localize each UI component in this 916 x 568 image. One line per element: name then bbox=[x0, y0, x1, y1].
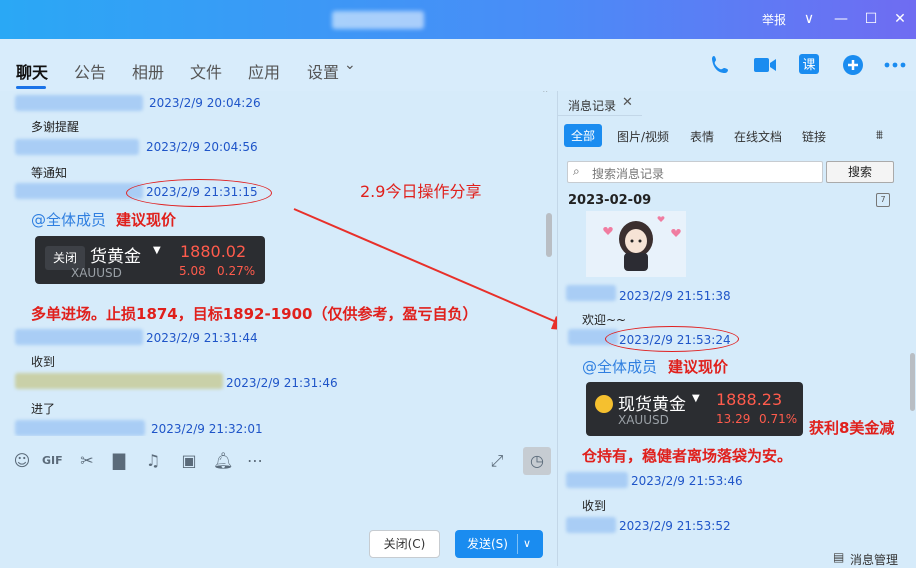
profit-text: 获利8美金减 bbox=[809, 419, 895, 437]
gold-coin-icon bbox=[595, 395, 613, 413]
quote-name: 现货黄金 bbox=[618, 395, 686, 415]
quote-change: 13.29 bbox=[716, 412, 751, 426]
filter-media[interactable]: 图片/视频 bbox=[617, 128, 669, 145]
expand-icon[interactable]: ⤢ bbox=[487, 451, 507, 471]
search-icon: ⌕ bbox=[573, 164, 580, 178]
divider bbox=[558, 115, 642, 116]
folder-icon[interactable]: ▇ bbox=[109, 451, 129, 471]
input-toolbar: ☺ GIF ✂ ▇ ♫ ▣ 🔔︎ ⋯ ⤢ ◷ bbox=[0, 446, 557, 476]
message-text: 欢迎~~ bbox=[582, 313, 627, 327]
sender-name-blurred bbox=[566, 517, 616, 533]
quote-price: 1888.23 bbox=[716, 390, 783, 409]
history-filters: 全部 图片/视频 表情 在线文档 链接 ⩩ bbox=[558, 124, 916, 152]
send-button-label: 发送(S) bbox=[467, 537, 508, 551]
scissors-icon[interactable]: ✂ bbox=[77, 451, 97, 471]
history-search-input[interactable]: ⌕ 搜索消息记录 bbox=[567, 161, 823, 183]
quote-card[interactable]: 现货黄金 ▼ XAUUSD 1888.23 13.29 0.71% bbox=[586, 382, 803, 436]
history-clock-icon[interactable]: ◷ bbox=[523, 447, 551, 475]
at-all-mention[interactable]: @全体成员 bbox=[582, 356, 657, 377]
music-icon[interactable]: ♫ bbox=[143, 451, 163, 471]
message-timestamp: 2023/2/9 21:51:38 bbox=[619, 289, 731, 303]
quote-code: XAUUSD bbox=[618, 413, 669, 427]
gif-icon[interactable]: GIF bbox=[42, 451, 63, 471]
close-button[interactable]: 关闭(C) bbox=[369, 530, 440, 558]
send-button[interactable]: 发送(S) ∨ bbox=[455, 530, 543, 558]
calendar-icon[interactable]: 7 bbox=[876, 193, 890, 207]
search-button[interactable]: 搜索 bbox=[826, 161, 894, 183]
message-timestamp: 2023/2/9 21:53:46 bbox=[631, 474, 743, 488]
caret-down-icon: ▼ bbox=[692, 393, 700, 404]
message-text: 收到 bbox=[582, 499, 607, 513]
chevron-down-icon[interactable]: ∨ bbox=[523, 530, 531, 558]
filter-all[interactable]: 全部 bbox=[564, 124, 603, 147]
history-panel: 消息记录 ✕ 全部 图片/视频 表情 在线文档 链接 ⩩ ⌕ 搜索消息记录 搜索… bbox=[557, 91, 916, 566]
message-manage-link[interactable]: 消息管理 bbox=[850, 551, 898, 568]
divider bbox=[517, 534, 518, 554]
annotation-ellipse bbox=[605, 326, 739, 352]
history-scrollbar[interactable] bbox=[910, 353, 915, 411]
filter-icon[interactable]: ⩩ bbox=[876, 128, 883, 143]
profit-text-continued: 仓持有，稳健者离场落袋为安。 bbox=[582, 447, 793, 465]
filter-emoji[interactable]: 表情 bbox=[690, 128, 714, 145]
suggest-text: 建议现价 bbox=[668, 358, 729, 376]
history-date: 2023-02-09 bbox=[568, 193, 652, 208]
image-icon[interactable]: ▣ bbox=[179, 451, 199, 471]
sticker-image[interactable] bbox=[586, 211, 686, 277]
close-icon[interactable]: ✕ bbox=[622, 95, 633, 110]
more-icon[interactable]: ⋯ bbox=[245, 451, 265, 471]
quote-change-pct: 0.71% bbox=[759, 412, 798, 426]
message-timestamp: 2023/2/9 21:53:52 bbox=[619, 519, 731, 533]
sender-name-blurred bbox=[566, 472, 628, 488]
bell-icon[interactable]: 🔔︎ bbox=[213, 451, 233, 471]
history-bottom-bar: ▤ 消息管理 bbox=[557, 545, 916, 568]
filter-docs[interactable]: 在线文档 bbox=[734, 128, 782, 145]
filter-links[interactable]: 链接 bbox=[802, 128, 826, 145]
history-tab[interactable]: 消息记录 bbox=[568, 97, 616, 114]
emoji-icon[interactable]: ☺ bbox=[12, 451, 32, 471]
sender-name-blurred bbox=[566, 285, 616, 301]
message-manage-icon[interactable]: ▤ bbox=[833, 550, 844, 564]
